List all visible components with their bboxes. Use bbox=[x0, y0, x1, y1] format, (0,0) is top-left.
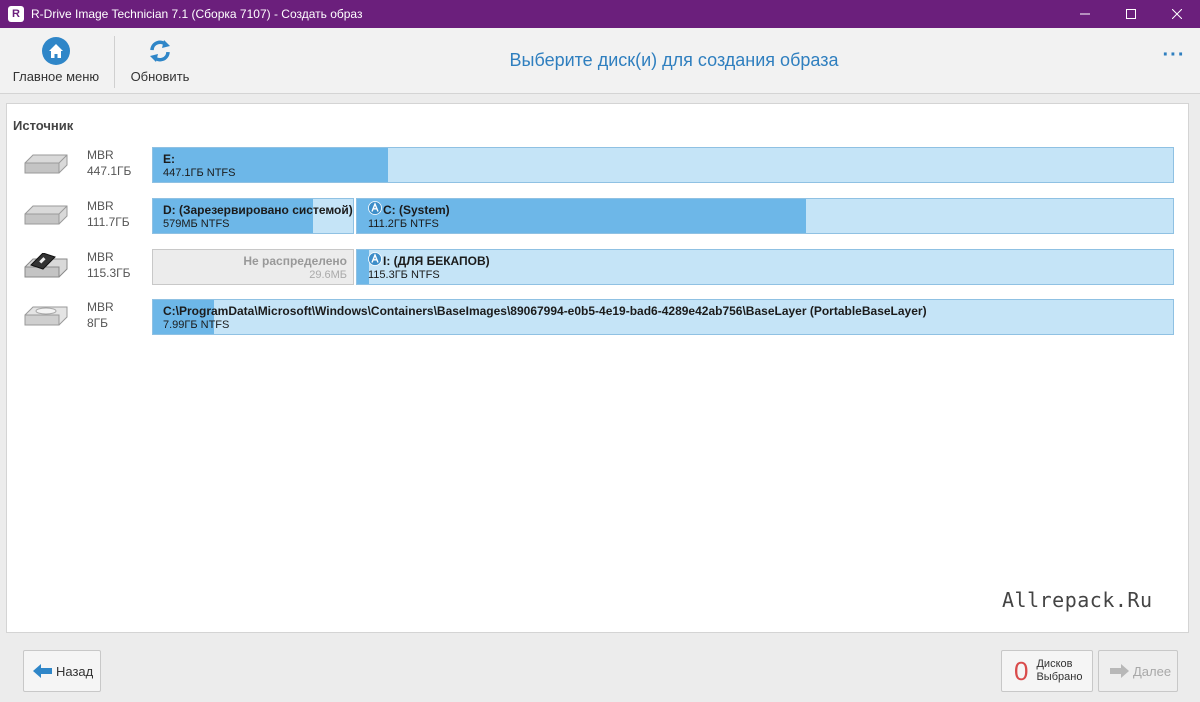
disk-row[interactable]: MBR 115.3ГБ Не распределено 29.6МБ I: (Д… bbox=[7, 249, 1190, 285]
minimize-icon bbox=[1080, 13, 1090, 15]
partition-size: 7.99ГБ NTFS bbox=[163, 319, 230, 331]
partition-bar: C:\ProgramData\Microsoft\Windows\Contain… bbox=[152, 299, 1174, 335]
partition-size: 115.3ГБ NTFS bbox=[368, 269, 440, 281]
disk-row[interactable]: MBR 111.7ГБ D: (Зарезервировано системой… bbox=[7, 198, 1190, 234]
footer-bar: Назад 0 Дисков Выбрано Далее bbox=[0, 640, 1200, 702]
arrow-left-icon bbox=[33, 664, 52, 678]
partition-bar: E: 447.1ГБ NTFS bbox=[152, 147, 1174, 183]
system-drive-icon bbox=[368, 201, 382, 215]
virtual-disk-icon bbox=[24, 306, 68, 326]
disk-scheme: MBR bbox=[87, 300, 114, 314]
title-bar: R R-Drive Image Technician 7.1 (Сборка 7… bbox=[0, 0, 1200, 28]
partition-bar: Не распределено 29.6МБ I: (ДЛЯ БЕКАПОВ) … bbox=[152, 249, 1174, 285]
window-title: R-Drive Image Technician 7.1 (Сборка 710… bbox=[31, 7, 363, 21]
partition-i[interactable]: I: (ДЛЯ БЕКАПОВ) 115.3ГБ NTFS bbox=[356, 249, 1174, 285]
hdd-icon bbox=[24, 154, 68, 174]
partition-c[interactable]: C: (System) 111.2ГБ NTFS bbox=[356, 198, 1174, 234]
partition-size: 579МБ NTFS bbox=[163, 218, 230, 230]
refresh-label: Обновить bbox=[130, 69, 190, 84]
disk-scheme: MBR bbox=[87, 250, 114, 264]
selected-label-line2: Выбрано bbox=[1036, 671, 1083, 683]
partition-name: Не распределено bbox=[243, 254, 347, 268]
next-label: Далее bbox=[1133, 663, 1172, 679]
source-label: Источник bbox=[13, 118, 74, 133]
partition-container[interactable]: C:\ProgramData\Microsoft\Windows\Contain… bbox=[152, 299, 1174, 335]
more-options-button[interactable]: ··· bbox=[1162, 45, 1186, 72]
selected-count: 0 bbox=[1014, 655, 1029, 686]
disk-info: MBR 111.7ГБ bbox=[87, 198, 130, 230]
window-controls bbox=[1062, 0, 1200, 28]
disk-info: MBR 8ГБ bbox=[87, 299, 114, 331]
back-label: Назад bbox=[56, 663, 94, 679]
usb-drive-icon bbox=[24, 253, 68, 278]
refresh-button[interactable]: Обновить bbox=[124, 36, 196, 88]
partition-name: I: (ДЛЯ БЕКАПОВ) bbox=[383, 254, 490, 268]
partition-size: 447.1ГБ NTFS bbox=[163, 167, 236, 179]
maximize-icon bbox=[1126, 9, 1136, 19]
disk-selection-panel: Источник MBR 447.1ГБ E: 447.1ГБ NTFS MBR… bbox=[6, 103, 1189, 633]
selected-count-box: 0 Дисков Выбрано bbox=[1001, 650, 1093, 692]
partition-name: D: (Зарезервировано системой) bbox=[163, 203, 353, 217]
partition-d[interactable]: D: (Зарезервировано системой) 579МБ NTFS bbox=[152, 198, 354, 234]
minimize-button[interactable] bbox=[1062, 0, 1108, 28]
home-icon bbox=[42, 37, 70, 65]
disk-scheme: MBR bbox=[87, 199, 114, 213]
disk-info: MBR 447.1ГБ bbox=[87, 147, 131, 179]
arrow-right-icon bbox=[1110, 664, 1129, 678]
back-button[interactable]: Назад bbox=[23, 650, 101, 692]
main-menu-button[interactable]: Главное меню bbox=[10, 36, 102, 88]
disk-row[interactable]: MBR 447.1ГБ E: 447.1ГБ NTFS bbox=[7, 147, 1190, 183]
maximize-button[interactable] bbox=[1108, 0, 1154, 28]
hdd-icon bbox=[24, 205, 68, 225]
selected-count-label: Дисков Выбрано bbox=[1036, 658, 1082, 684]
toolbar-separator bbox=[114, 36, 115, 88]
watermark: Allrepack.Ru bbox=[1002, 588, 1153, 612]
close-icon bbox=[1172, 9, 1182, 19]
page-title-text: Выберите диск(и) для создания образа bbox=[509, 50, 839, 70]
partition-name: C:\ProgramData\Microsoft\Windows\Contain… bbox=[163, 304, 927, 318]
toolbar: Выберите диск(и) для создания образа Гла… bbox=[0, 28, 1200, 94]
disk-row[interactable]: MBR 8ГБ C:\ProgramData\Microsoft\Windows… bbox=[7, 299, 1190, 335]
partition-unallocated[interactable]: Не распределено 29.6МБ bbox=[152, 249, 354, 285]
partition-bar: D: (Зарезервировано системой) 579МБ NTFS… bbox=[152, 198, 1174, 234]
partition-size: 29.6МБ bbox=[309, 269, 347, 281]
disk-size: 8ГБ bbox=[87, 316, 109, 330]
partition-size: 111.2ГБ NTFS bbox=[368, 218, 439, 230]
system-drive-icon bbox=[368, 252, 382, 266]
disk-scheme: MBR bbox=[87, 148, 114, 162]
main-menu-label: Главное меню bbox=[12, 69, 100, 84]
disk-size: 111.7ГБ bbox=[87, 215, 130, 229]
partition-name: E: bbox=[163, 152, 175, 166]
disk-size: 447.1ГБ bbox=[87, 164, 132, 178]
partition-e[interactable]: E: 447.1ГБ NTFS bbox=[152, 147, 1174, 183]
partition-name: C: (System) bbox=[383, 203, 450, 217]
app-logo-icon: R bbox=[8, 6, 24, 22]
close-button[interactable] bbox=[1154, 0, 1200, 28]
refresh-icon bbox=[150, 40, 170, 62]
disk-info: MBR 115.3ГБ bbox=[87, 249, 131, 281]
selected-label-line1: Дисков bbox=[1036, 658, 1073, 670]
next-button[interactable]: Далее bbox=[1098, 650, 1178, 692]
disk-size: 115.3ГБ bbox=[87, 266, 131, 280]
